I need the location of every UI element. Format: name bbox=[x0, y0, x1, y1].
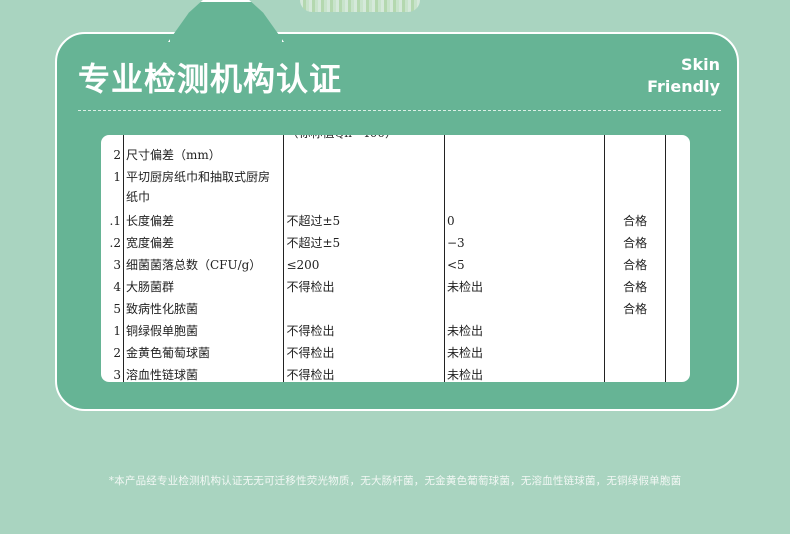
standard-value bbox=[283, 145, 445, 167]
test-item: 铜绿假单胞菌 bbox=[122, 321, 285, 343]
verdict bbox=[604, 343, 667, 365]
verdict bbox=[604, 145, 667, 167]
row-number: 4 bbox=[113, 280, 121, 294]
test-item: 溶血性链球菌 bbox=[122, 365, 285, 382]
test-item: 宽度偏差 bbox=[122, 233, 285, 255]
row-number: 1 bbox=[113, 170, 121, 184]
verdict bbox=[604, 321, 667, 343]
standard-value: 不得检出 bbox=[283, 321, 445, 343]
test-result: −3 bbox=[444, 233, 606, 255]
test-item: 尺寸偏差（mm） bbox=[122, 145, 285, 167]
test-item: 金黄色葡萄球菌 bbox=[122, 343, 285, 365]
row-number bbox=[101, 135, 123, 145]
table-row: （标称值Qn=400） bbox=[101, 135, 690, 145]
test-result bbox=[444, 167, 606, 211]
test-item: 平切厨房纸巾和抽取式厨房纸巾 bbox=[122, 167, 285, 211]
verdict bbox=[604, 365, 667, 382]
test-item: 大肠菌群 bbox=[122, 277, 285, 299]
verdict: 合格 bbox=[604, 277, 667, 299]
page-title: 专业检测机构认证 bbox=[78, 60, 343, 98]
brand-tag: Skin Friendly bbox=[647, 54, 720, 98]
spare-cell bbox=[666, 145, 690, 167]
test-item: 致病性化脓菌 bbox=[122, 299, 285, 321]
spare-cell bbox=[666, 277, 690, 299]
standard-value: 不超过±5 bbox=[283, 233, 445, 255]
test-result: <5 bbox=[444, 255, 606, 277]
row-number: .2 bbox=[109, 236, 121, 250]
test-item: 长度偏差 bbox=[122, 211, 285, 233]
spare-cell bbox=[666, 343, 690, 365]
table-row: .2 宽度偏差 不超过±5 −3 合格 bbox=[101, 233, 690, 255]
spare-cell bbox=[666, 233, 690, 255]
test-result bbox=[444, 145, 606, 167]
standard-value: 不超过±5 bbox=[283, 211, 445, 233]
brand-line-2: Friendly bbox=[647, 77, 720, 96]
table-row: .1 长度偏差 不超过±5 0 合格 bbox=[101, 211, 690, 233]
test-result: 未检出 bbox=[444, 343, 606, 365]
row-number: 5 bbox=[113, 302, 121, 316]
test-result: 未检出 bbox=[444, 321, 606, 343]
table-row: 3 溶血性链球菌 不得检出 未检出 bbox=[101, 365, 690, 382]
table-row: 4 大肠菌群 不得检出 未检出 合格 bbox=[101, 277, 690, 299]
spare-cell bbox=[666, 299, 690, 321]
table-row: 2 尺寸偏差（mm） bbox=[101, 145, 690, 167]
test-result: 未检出 bbox=[444, 365, 606, 382]
spare-cell bbox=[666, 135, 690, 145]
test-result: 未检出 bbox=[444, 277, 606, 299]
grass-decoration bbox=[300, 0, 420, 12]
dashed-divider bbox=[78, 110, 721, 111]
table-row: 2 金黄色葡萄球菌 不得检出 未检出 bbox=[101, 343, 690, 365]
brand-line-1: Skin bbox=[680, 55, 720, 74]
table-row: 3 细菌菌落总数（CFU/g） ≤200 <5 合格 bbox=[101, 255, 690, 277]
verdict: 合格 bbox=[604, 299, 667, 321]
test-result: 0 bbox=[444, 211, 606, 233]
verdict bbox=[604, 135, 667, 145]
card-tab bbox=[168, 0, 284, 42]
standard-value: 不得检出 bbox=[283, 365, 445, 382]
standard-value: ≤200 bbox=[283, 255, 445, 277]
test-item bbox=[122, 135, 285, 145]
test-report-panel: （标称值Qn=400）2尺寸偏差（mm）1平切厨房纸巾和抽取式厨房纸巾.1长度偏… bbox=[101, 135, 690, 382]
verdict bbox=[604, 167, 667, 211]
verdict: 合格 bbox=[604, 255, 667, 277]
table-row: 1 铜绿假单胞菌 不得检出 未检出 bbox=[101, 321, 690, 343]
row-number: 3 bbox=[113, 258, 121, 272]
test-result bbox=[444, 299, 606, 321]
table-row: 1 平切厨房纸巾和抽取式厨房纸巾 bbox=[101, 167, 690, 211]
verdict: 合格 bbox=[604, 233, 667, 255]
verdict: 合格 bbox=[604, 211, 667, 233]
test-result bbox=[444, 135, 606, 145]
standard-value: 不得检出 bbox=[283, 343, 445, 365]
test-item: 细菌菌落总数（CFU/g） bbox=[122, 255, 285, 277]
test-report-table: （标称值Qn=400）2尺寸偏差（mm）1平切厨房纸巾和抽取式厨房纸巾.1长度偏… bbox=[101, 135, 690, 382]
spare-cell bbox=[666, 255, 690, 277]
row-number: 2 bbox=[113, 148, 121, 162]
footnote: *本产品经专业检测机构认证无无可迁移性荧光物质，无大肠杆菌，无金黄色葡萄球菌，无… bbox=[108, 475, 682, 487]
spare-cell bbox=[666, 211, 690, 233]
standard-value: （标称值Qn=400） bbox=[283, 135, 445, 145]
row-number: 1 bbox=[113, 324, 121, 338]
spare-cell bbox=[666, 321, 690, 343]
table-row: 5 致病性化脓菌 合格 bbox=[101, 299, 690, 321]
row-number: 2 bbox=[113, 346, 121, 360]
spare-cell bbox=[666, 365, 690, 382]
standard-value bbox=[283, 299, 445, 321]
row-number: 3 bbox=[113, 368, 121, 382]
row-number: .1 bbox=[109, 214, 121, 228]
spare-cell bbox=[666, 167, 690, 211]
standard-value: 不得检出 bbox=[283, 277, 445, 299]
standard-value bbox=[283, 167, 445, 211]
